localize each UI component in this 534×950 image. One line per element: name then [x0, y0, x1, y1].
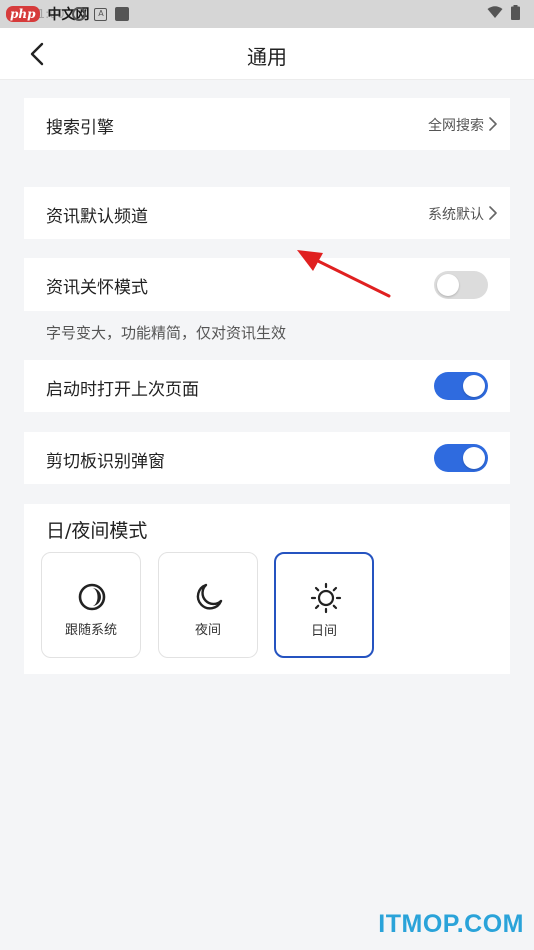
mode-follow-system-button[interactable]: 跟随系统: [41, 552, 141, 658]
care-mode-toggle[interactable]: [434, 271, 488, 299]
wifi-icon: [487, 6, 503, 18]
care-mode-row: 资讯关怀模式: [24, 258, 510, 311]
app-a-icon: A: [94, 7, 108, 21]
follow-system-icon: [78, 583, 106, 611]
status-bar-right: [487, 5, 520, 20]
status-bar-left: php 中文网 1:00 A: [6, 4, 130, 24]
search-engine-label: 搜索引擎: [46, 118, 114, 138]
mode-follow-system-label: 跟随系统: [64, 623, 117, 638]
search-engine-value: 全网搜索: [428, 118, 484, 134]
moon-icon: [196, 583, 223, 610]
toggle-knob: [463, 447, 485, 469]
watermark-php-logo: php: [6, 6, 40, 22]
mode-day-label: 日间: [310, 624, 337, 639]
mode-night-button[interactable]: 夜间: [158, 552, 258, 658]
search-engine-row[interactable]: 搜索引擎 全网搜索: [24, 98, 510, 150]
news-channel-row[interactable]: 资讯默认频道 系统默认: [24, 187, 510, 239]
clipboard-popup-label: 剪切板识别弹窗: [46, 452, 165, 472]
clipboard-popup-toggle[interactable]: [434, 444, 488, 472]
day-night-title: 日/夜间模式: [46, 520, 148, 542]
mode-day-button[interactable]: 日间: [274, 552, 374, 658]
battery-icon: [511, 5, 520, 20]
chevron-right-icon: [489, 206, 497, 220]
clipboard-popup-row: 剪切板识别弹窗: [24, 432, 510, 484]
toggle-knob: [437, 274, 459, 296]
news-channel-value: 系统默认: [428, 207, 484, 223]
restore-last-page-toggle[interactable]: [434, 372, 488, 400]
sun-icon: [310, 582, 342, 614]
day-night-section: 日/夜间模式 跟随系统 夜间 日间: [24, 504, 510, 674]
care-mode-label: 资讯关怀模式: [46, 278, 148, 298]
footer-watermark: ITMOP.COM: [378, 910, 524, 938]
status-bar: php 中文网 1:00 A: [0, 0, 534, 28]
restore-last-page-label: 启动时打开上次页面: [46, 380, 199, 400]
mode-night-label: 夜间: [194, 623, 221, 638]
care-mode-hint: 字号变大，功能精简，仅对资讯生效: [46, 324, 287, 342]
page-title: 通用: [247, 45, 287, 69]
chevron-right-icon: [489, 117, 497, 131]
status-time: 1:00: [37, 7, 65, 21]
news-channel-label: 资讯默认频道: [46, 207, 148, 227]
app-square-icon: [115, 7, 130, 21]
top-app-bar: 通用: [0, 28, 534, 80]
restore-last-page-row: 启动时打开上次页面: [24, 360, 510, 412]
toggle-knob: [463, 375, 485, 397]
